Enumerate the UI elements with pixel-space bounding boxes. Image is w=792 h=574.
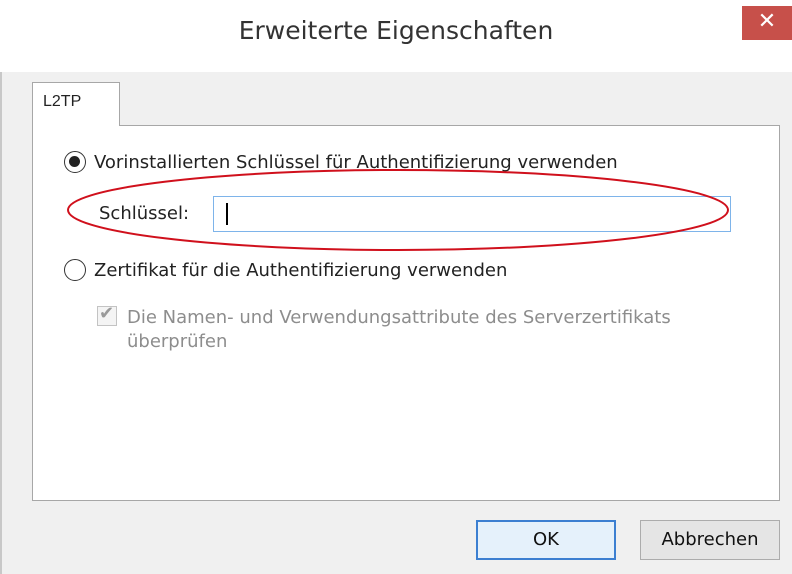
verify-attributes-checkbox[interactable]: ✔: [97, 303, 117, 326]
close-button[interactable]: ✕: [742, 6, 792, 40]
window-title: Erweiterte Eigenschaften: [238, 16, 554, 45]
tab-l2tp[interactable]: L2TP: [32, 82, 120, 126]
verify-attributes-label: Die Namen- und Verwendungsattribute des …: [127, 307, 671, 352]
preshared-key-radio[interactable]: [64, 151, 86, 173]
cancel-button[interactable]: Abbrechen: [640, 520, 780, 560]
radio-selected-dot: [69, 156, 80, 167]
certificate-label[interactable]: Zertifikat für die Authentifizierung ver…: [94, 260, 507, 281]
preshared-key-label[interactable]: Vorinstallierten Schlüssel für Authentif…: [94, 152, 618, 173]
close-icon: ✕: [757, 9, 777, 34]
checkmark-icon: ✔: [99, 303, 115, 324]
title-bar: Erweiterte Eigenschaften ✕: [0, 0, 792, 72]
ok-button[interactable]: OK: [476, 520, 616, 560]
window-border: [0, 72, 2, 574]
certificate-radio[interactable]: [64, 259, 86, 281]
dialog-window: Erweiterte Eigenschaften ✕ L2TP Vorinsta…: [0, 0, 792, 574]
key-input[interactable]: [213, 196, 731, 232]
tab-label: L2TP: [43, 93, 82, 110]
text-caret: [226, 203, 228, 225]
key-field-label: Schlüssel:: [99, 203, 190, 224]
